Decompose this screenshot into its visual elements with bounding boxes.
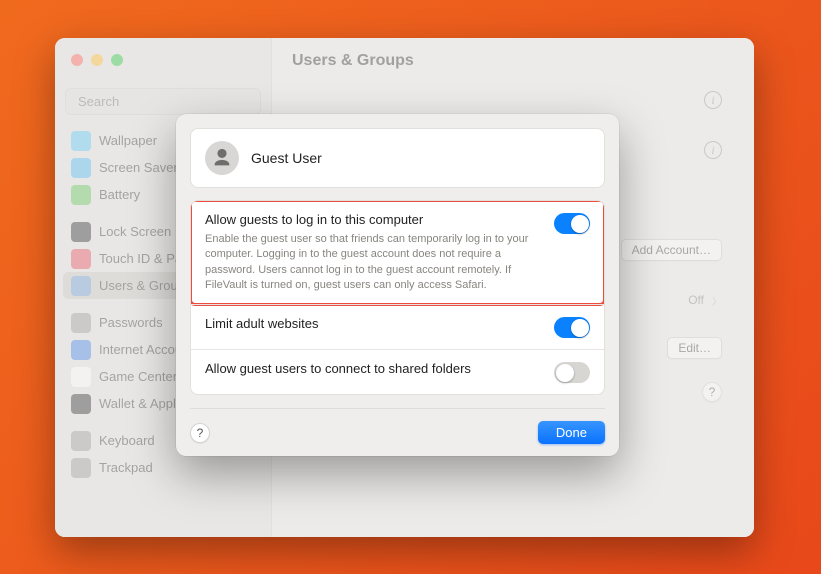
guest-settings-card: Allow guests to log in to this computer E… [190,200,605,395]
toggle-knob [571,319,589,337]
setting-row-2: Allow guest users to connect to shared f… [191,349,604,394]
toggle-knob [571,215,589,233]
setting-description: Enable the guest user so that friends ca… [205,232,538,294]
user-header-card: Guest User [190,128,605,188]
setting-row-0: Allow guests to log in to this computer E… [191,201,604,304]
toggle-knob [556,364,574,382]
setting-title: Allow guests to log in to this computer [205,212,538,229]
guest-user-sheet: Guest User Allow guests to log in to thi… [176,114,619,456]
guest-user-name: Guest User [251,150,322,166]
setting-row-1: Limit adult websites [191,304,604,349]
setting-toggle[interactable] [554,362,590,383]
done-button[interactable]: Done [538,421,605,444]
setting-toggle[interactable] [554,317,590,338]
sheet-footer: ? Done [190,408,605,444]
setting-title: Allow guest users to connect to shared f… [205,361,538,378]
setting-title: Limit adult websites [205,316,538,333]
guest-avatar [205,141,239,175]
help-button[interactable]: ? [190,423,210,443]
setting-toggle[interactable] [554,213,590,234]
